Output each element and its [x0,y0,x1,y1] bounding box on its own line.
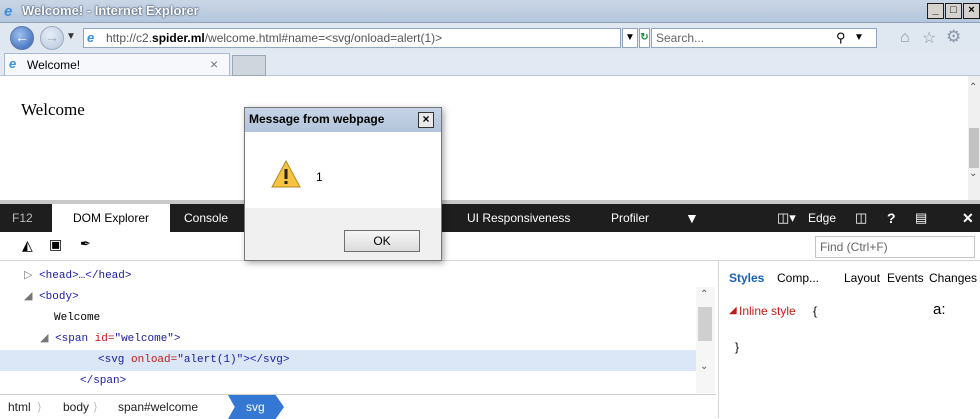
warning-icon [271,160,301,188]
crumb-svg-label: svg [246,400,265,414]
scroll-down-icon[interactable]: ⌄ [700,361,708,372]
dom-node-body[interactable]: ◢ <body> [24,287,79,308]
maximize-button[interactable]: □ [945,3,962,19]
dom-node-span[interactable]: ◢ <span id="welcome"> [40,329,181,350]
navigation-bar: ← → ▼ e http://c2.spider.ml/welcome.html… [0,23,980,51]
emulation-icon[interactable]: ◫▾ [777,204,796,232]
dom-scroll-thumb[interactable] [698,307,712,341]
page-icon: e [87,30,95,45]
select-element-icon[interactable]: ◭ [22,237,33,254]
inline-style-label: Inline style [739,304,796,318]
tab-styles[interactable]: Styles [729,271,764,285]
tab-dom-explorer[interactable]: DOM Explorer [52,204,170,232]
tab-f12[interactable]: F12 [0,204,52,232]
address-dropdown-button[interactable]: ▼ [622,28,638,48]
document-mode[interactable]: Edge [808,204,836,232]
dom-toolbar: ◭ ▣ ✒ Find (Ctrl+F) [0,232,980,261]
crumb-html[interactable]: html [8,395,31,419]
dialog-close-button[interactable]: × [418,112,434,128]
dialog-message-area: 1 [245,132,441,208]
expand-icon[interactable]: ▷ [24,270,39,282]
tab-layout[interactable]: Layout [844,271,880,285]
search-placeholder: Search... [656,31,705,45]
gear-icon[interactable]: ⚙ [946,27,961,47]
undock-icon[interactable]: ▤ [915,204,927,232]
forward-button[interactable]: → [40,26,64,50]
dom-node-head[interactable]: ▷ <head>…</head> [24,266,131,287]
color-picker-icon[interactable]: ✒ [80,236,91,252]
home-icon[interactable]: ⌂ [900,29,910,47]
crumb-span[interactable]: span#welcome [118,395,198,419]
scroll-thumb[interactable] [969,128,979,168]
dom-node-svg[interactable]: <svg onload="alert(1)"></svg> [98,350,289,371]
page-scrollbar[interactable]: ⌃ ⌄ [968,76,980,200]
ok-button[interactable]: OK [344,230,420,252]
title-bar: e Welcome! - Internet Explorer _ □ × [0,0,980,23]
highlight-element-icon[interactable]: ▣ [49,236,62,253]
collapse-icon[interactable]: ◢ [729,305,737,316]
devtools-tab-bar: F12 DOM Explorer Console UI Responsivene… [0,204,980,232]
help-icon[interactable]: ? [887,204,896,232]
tab-ui-responsiveness[interactable]: UI Responsiveness [467,204,587,232]
find-input[interactable]: Find (Ctrl+F) [815,236,975,258]
scroll-up-icon[interactable]: ⌃ [969,82,977,93]
address-url: http://c2.spider.ml/welcome.html#name=<s… [106,31,443,45]
refresh-icon[interactable]: ↻ [639,28,650,48]
more-tabs-icon[interactable]: ▼ [685,204,699,232]
crumb-body[interactable]: body [63,395,89,419]
tab-events[interactable]: Events [887,271,924,285]
close-tab-icon[interactable]: × [210,56,218,72]
collapse-icon[interactable]: ◢ [40,333,55,345]
alert-dialog: Message from webpage × 1 OK [244,107,442,261]
dom-node-span-close[interactable]: </span> [80,371,126,392]
dialog-message: 1 [316,170,323,184]
pseudo-state-toggle[interactable]: a: [933,301,946,318]
dom-node-text[interactable]: Welcome [54,308,100,329]
inline-style-open-brace: { [813,304,818,318]
page-heading: Welcome [21,100,85,119]
address-bar[interactable]: e http://c2.spider.ml/welcome.html#name=… [83,28,621,48]
crumb-separator: ⟩ [37,400,42,414]
dom-scrollbar[interactable]: ⌃ ⌄ [696,287,715,393]
scroll-down-icon[interactable]: ⌄ [969,168,977,179]
minimize-button[interactable]: _ [927,3,944,19]
search-icon[interactable]: ⚲ [836,29,846,47]
tab-label: Welcome! [27,58,81,72]
history-dropdown-icon[interactable]: ▼ [66,31,76,42]
breadcrumb: html ⟩ body ⟩ span#welcome svg [0,394,716,419]
find-placeholder: Find (Ctrl+F) [820,240,888,254]
tab-ie-icon: e [9,56,17,71]
tab-changes[interactable]: Changes [929,271,977,285]
dom-tree: ▷ <head>…</head> ◢ <body> Welcome ◢ <spa… [0,270,696,393]
close-devtools-icon[interactable]: ✕ [962,204,974,232]
tab-computed[interactable]: Comp... [777,271,819,285]
new-tab-button[interactable] [232,55,266,76]
collapse-icon[interactable]: ◢ [24,291,39,303]
tab-bar: e Welcome! × [0,51,980,76]
dialog-title-bar: Message from webpage × [245,108,441,132]
ie-logo-icon: e [4,3,13,20]
styles-panel: Styles Comp... Layout Events Changes ◢ I… [718,261,980,418]
window-title: Welcome! - Internet Explorer [22,3,199,18]
search-dropdown-icon[interactable]: ▼ [854,29,864,47]
page-content: Welcome [0,76,968,200]
crumb-separator: ⟩ [93,400,98,414]
console-icon[interactable]: ◫ [855,204,867,232]
dialog-title: Message from webpage [249,112,385,126]
scroll-up-icon[interactable]: ⌃ [700,289,708,300]
inline-style-close-brace: } [735,340,740,354]
tab-profiler[interactable]: Profiler [611,204,671,232]
back-button[interactable]: ← [10,26,34,50]
search-input[interactable]: Search... ⚲ ▼ [651,28,877,48]
favorites-icon[interactable]: ☆ [922,28,936,48]
crumb-svg-active[interactable]: svg [228,395,284,419]
tab-welcome[interactable]: e Welcome! × [4,53,230,75]
close-window-button[interactable]: × [963,3,980,19]
